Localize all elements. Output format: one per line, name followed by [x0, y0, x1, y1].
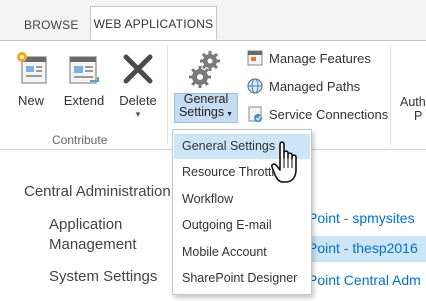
menu-item-mobile-account[interactable]: Mobile Account — [174, 240, 310, 265]
menu-item-workflow[interactable]: Workflow — [174, 187, 310, 212]
web-app-link-1[interactable]: Point - spmysites — [308, 210, 415, 226]
gears-icon — [189, 51, 220, 88]
delete-x-icon — [123, 54, 153, 84]
manage-features-button[interactable]: Manage Features — [246, 49, 371, 67]
general-settings-line2: Settings — [178, 105, 225, 119]
service-connections-icon — [248, 106, 262, 122]
extend-icon — [69, 56, 99, 84]
manage-features-label: Manage Features — [269, 50, 371, 66]
app-management-line1[interactable]: Application — [49, 216, 122, 233]
tab-web-applications[interactable]: WEB APPLICATIONS — [90, 6, 217, 40]
ribbon-tab-bar: BROWSE WEB APPLICATIONS — [0, 0, 426, 41]
managed-paths-label: Managed Paths — [269, 78, 361, 94]
central-admin-heading[interactable]: Central Administration — [24, 183, 171, 200]
general-settings-button[interactable]: General Settings ▼ — [174, 93, 238, 123]
general-settings-line1: General — [183, 92, 229, 106]
menu-item-sharepoint-designer[interactable]: SharePoint Designer — [174, 266, 310, 291]
auth-label-2: P — [414, 109, 423, 123]
new-button[interactable]: New — [12, 51, 50, 108]
group-separator — [390, 45, 391, 145]
manage-features-icon — [247, 50, 263, 66]
auth-label-1: Auth — [400, 95, 426, 109]
contribute-group-label: Contribute — [52, 133, 108, 147]
web-app-link-2[interactable]: Point - thesp2016 — [308, 240, 418, 256]
globe-icon — [247, 78, 263, 94]
web-app-link-3[interactable]: Point Central Adm — [308, 272, 421, 288]
service-connections-label: Service Connections — [269, 106, 389, 122]
authentication-button-partial[interactable]: Auth P — [400, 95, 426, 123]
menu-item-outgoing-email[interactable]: Outgoing E-mail — [174, 213, 310, 238]
general-settings-caret-icon: ▼ — [224, 111, 234, 118]
group-separator — [167, 45, 168, 145]
delete-button[interactable]: Delete ▼ — [118, 51, 158, 119]
delete-label: Delete — [119, 93, 157, 108]
tab-browse[interactable]: BROWSE — [24, 18, 79, 32]
app-management-line2[interactable]: Management — [49, 236, 137, 253]
extend-button[interactable]: Extend — [62, 51, 106, 108]
extend-label: Extend — [63, 93, 105, 108]
managed-paths-button[interactable]: Managed Paths — [246, 77, 360, 95]
new-label: New — [17, 93, 44, 108]
delete-dropdown-arrow: ▼ — [134, 110, 142, 119]
service-connections-button[interactable]: Service Connections — [246, 105, 388, 123]
system-settings-link[interactable]: System Settings — [49, 268, 157, 285]
new-web-app-icon — [17, 52, 47, 84]
hand-cursor-icon — [271, 141, 297, 183]
